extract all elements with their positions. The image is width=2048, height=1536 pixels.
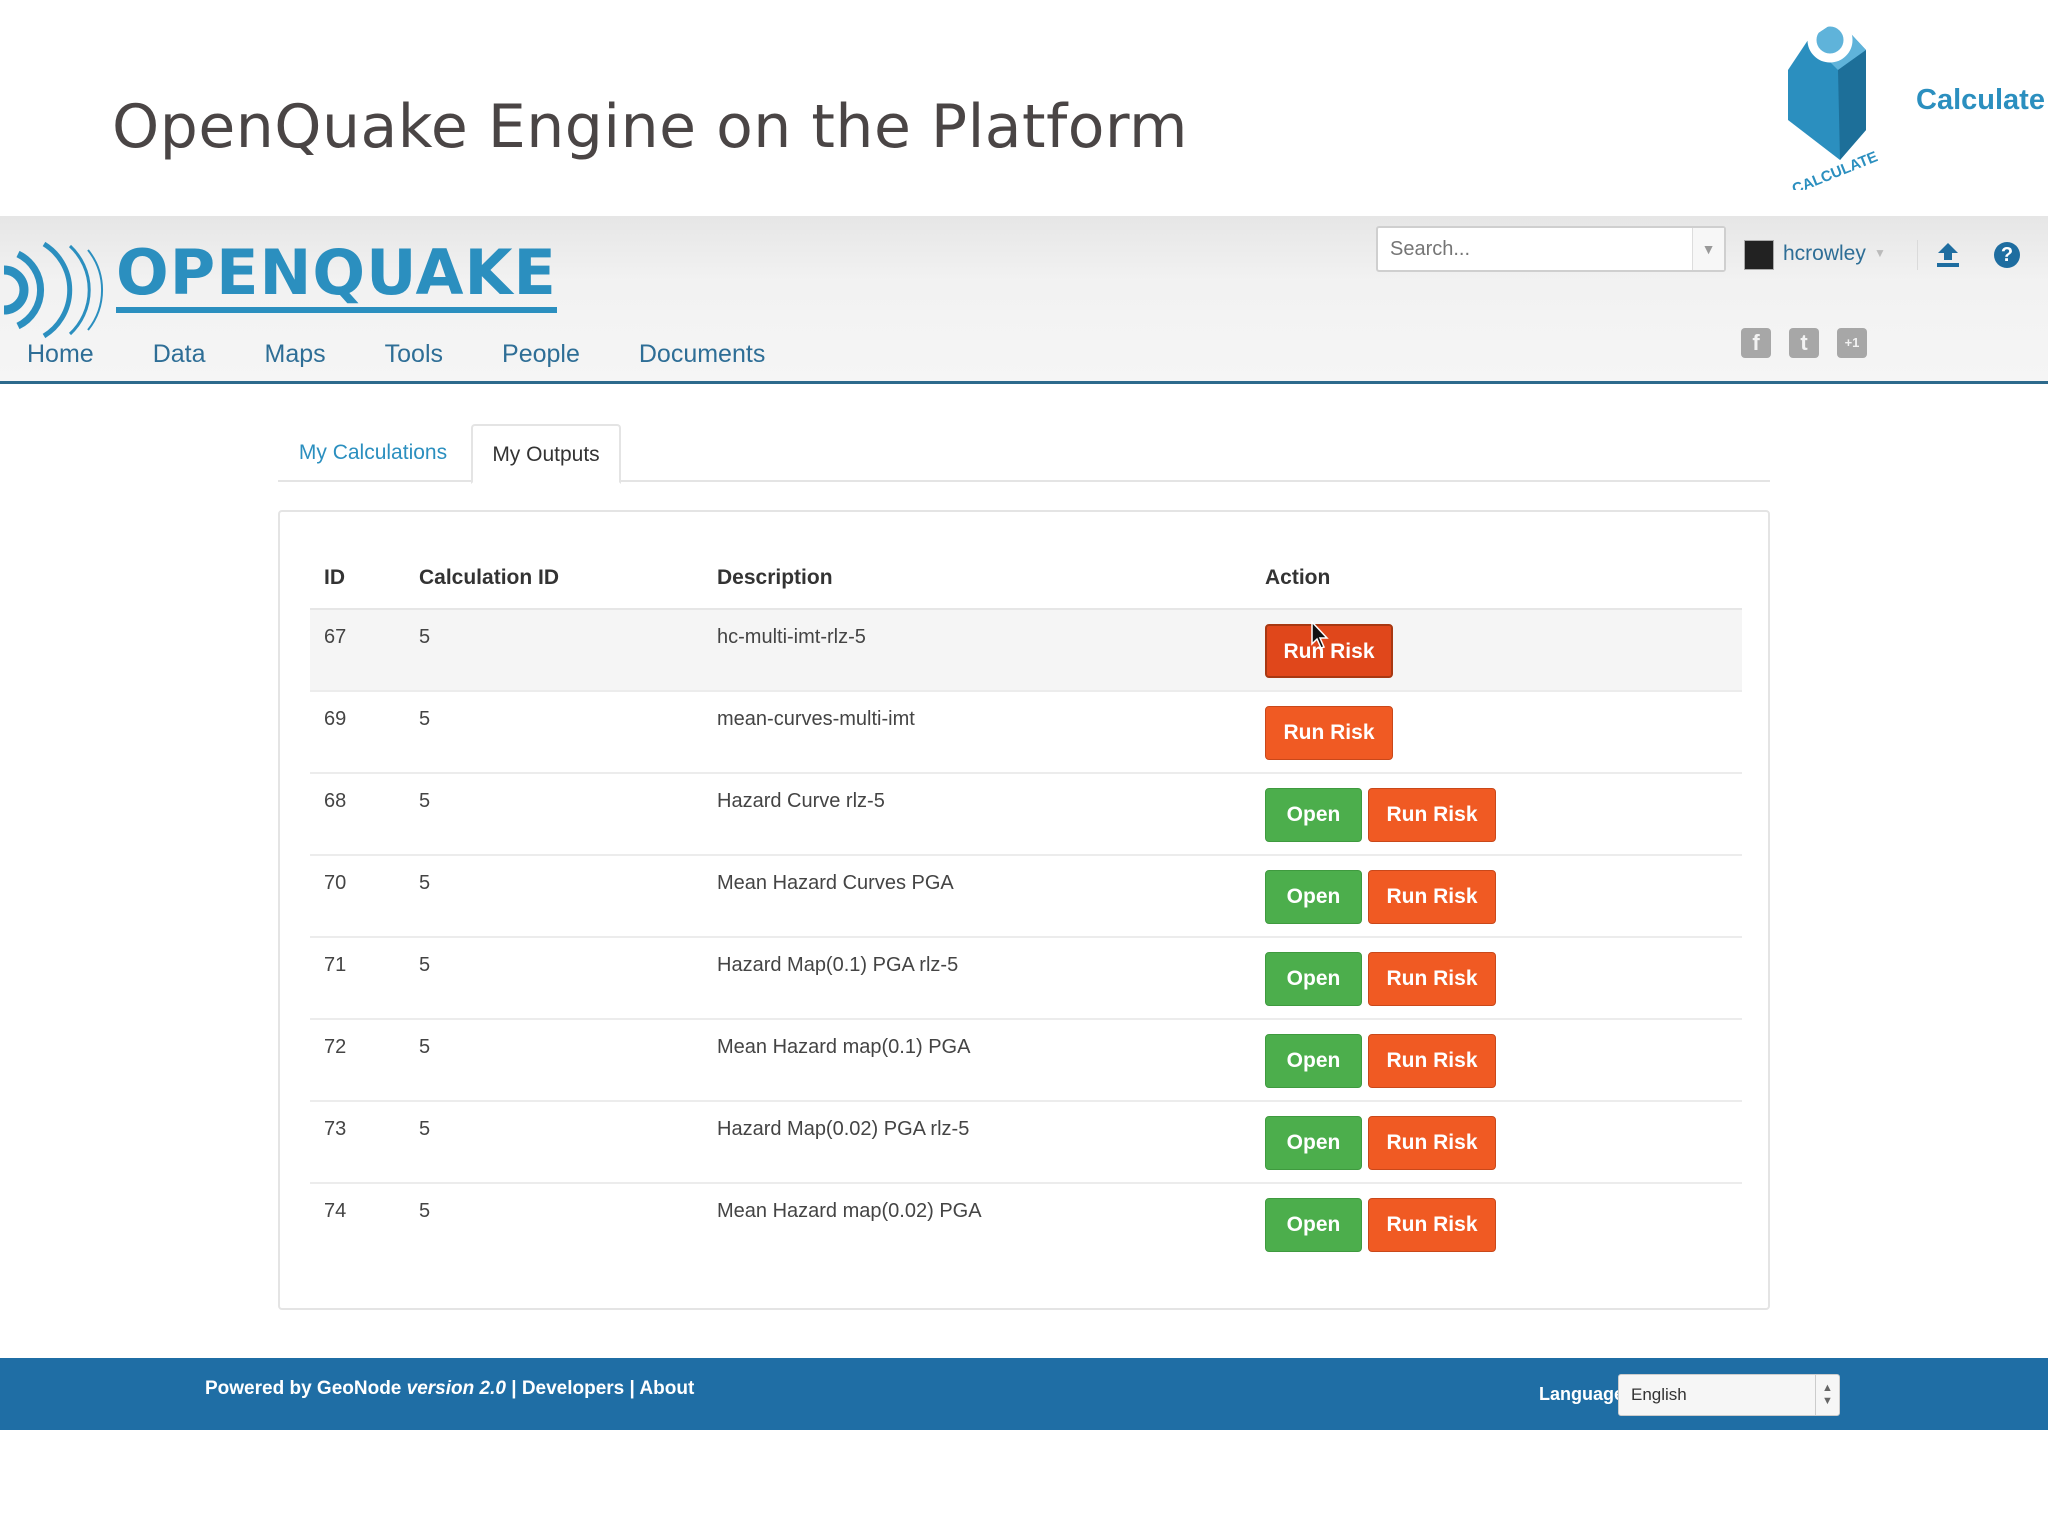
cell-calculation-id: 5 [419, 626, 431, 648]
open-button[interactable]: Open [1265, 870, 1362, 924]
search-box: ▼ [1376, 226, 1726, 272]
nav-home[interactable]: Home [27, 340, 94, 369]
row-actions: Run Risk [1265, 706, 1393, 760]
facebook-icon[interactable]: f [1741, 328, 1771, 358]
table-row: 71 5 Hazard Map(0.1) PGA rlz-5 Open Run … [310, 938, 1742, 1020]
user-name[interactable]: hcrowley [1783, 242, 1866, 266]
page-footer: Powered by GeoNode version 2.0 | Develop… [0, 1358, 2048, 1430]
help-icon[interactable]: ? [1994, 242, 2020, 268]
nav-maps[interactable]: Maps [265, 340, 326, 369]
cell-id: 67 [324, 626, 347, 648]
cell-id: 73 [324, 1118, 347, 1140]
cell-description: Mean Hazard map(0.02) PGA [717, 1200, 982, 1222]
footer-links[interactable]: | Developers | About [511, 1378, 694, 1399]
open-button[interactable]: Open [1265, 788, 1362, 842]
open-button[interactable]: Open [1265, 1198, 1362, 1252]
cell-calculation-id: 5 [419, 708, 431, 730]
cell-id: 69 [324, 708, 347, 730]
cell-calculation-id: 5 [419, 790, 431, 812]
cell-id: 74 [324, 1200, 347, 1222]
main-nav: Home Data Maps Tools People Documents [0, 340, 797, 369]
cell-description: Hazard Curve rlz-5 [717, 790, 885, 812]
header-id: ID [324, 566, 345, 589]
run-risk-button[interactable]: Run Risk [1368, 870, 1496, 924]
language-label: Language [1539, 1384, 1625, 1404]
run-risk-button[interactable]: Run Risk [1368, 788, 1496, 842]
open-button[interactable]: Open [1265, 1034, 1362, 1088]
table-header: ID Calculation ID Description Action [310, 542, 1742, 610]
nav-people[interactable]: People [502, 340, 580, 369]
table-row: 74 5 Mean Hazard map(0.02) PGA Open Run … [310, 1184, 1742, 1266]
table-row: 68 5 Hazard Curve rlz-5 Open Run Risk [310, 774, 1742, 856]
cell-description: Hazard Map(0.1) PGA rlz-5 [717, 954, 959, 976]
select-arrows-icon: ▲ ▼ [1815, 1375, 1839, 1415]
cell-calculation-id: 5 [419, 1200, 431, 1222]
footer-credits: Powered by GeoNode version 2.0 | Develop… [205, 1378, 694, 1400]
run-risk-button[interactable]: Run Risk [1368, 952, 1496, 1006]
calculate-label: Calculate [1916, 84, 2045, 116]
header-divider [1917, 240, 1918, 270]
run-risk-button[interactable]: Run Risk [1368, 1034, 1496, 1088]
outputs-panel: ID Calculation ID Description Action 67 … [278, 510, 1770, 1310]
cell-id: 70 [324, 872, 347, 894]
calculate-logo-icon: CALCULATE [1788, 17, 1880, 190]
run-risk-button[interactable]: Run Risk [1265, 706, 1393, 760]
table-row: 72 5 Mean Hazard map(0.1) PGA Open Run R… [310, 1020, 1742, 1102]
cell-description: Mean Hazard map(0.1) PGA [717, 1036, 971, 1058]
open-button[interactable]: Open [1265, 1116, 1362, 1170]
row-actions: Open Run Risk [1265, 788, 1496, 842]
google-plus-icon[interactable]: +1 [1837, 328, 1867, 358]
nav-tools[interactable]: Tools [385, 340, 443, 369]
table-row: 73 5 Hazard Map(0.02) PGA rlz-5 Open Run… [310, 1102, 1742, 1184]
run-risk-button[interactable]: Run Risk [1368, 1198, 1496, 1252]
mouse-cursor-icon [1311, 620, 1329, 649]
cell-calculation-id: 5 [419, 1118, 431, 1140]
powered-by-text[interactable]: Powered by GeoNode [205, 1378, 401, 1399]
row-actions: Open Run Risk [1265, 952, 1496, 1006]
upload-icon[interactable] [1934, 240, 1962, 268]
run-risk-button[interactable]: Run Risk [1368, 1116, 1496, 1170]
nav-data[interactable]: Data [153, 340, 206, 369]
nav-documents[interactable]: Documents [639, 340, 765, 369]
cell-id: 68 [324, 790, 347, 812]
row-actions: Open Run Risk [1265, 1034, 1496, 1088]
cell-calculation-id: 5 [419, 872, 431, 894]
header-calculation-id: Calculation ID [419, 566, 560, 589]
open-button[interactable]: Open [1265, 952, 1362, 1006]
language-select[interactable]: English ▲ ▼ [1618, 1374, 1840, 1416]
twitter-icon[interactable]: t [1789, 328, 1819, 358]
cell-id: 71 [324, 954, 347, 976]
openquake-logo[interactable]: OPENQUAKE [116, 240, 557, 314]
cell-calculation-id: 5 [419, 1036, 431, 1058]
app-header: OPENQUAKE Home Data Maps Tools People Do… [0, 216, 2048, 384]
row-actions: Open Run Risk [1265, 1116, 1496, 1170]
user-menu-caret-icon[interactable]: ▼ [1874, 246, 1886, 260]
user-avatar[interactable] [1744, 240, 1774, 270]
search-input[interactable] [1378, 228, 1690, 270]
cell-description: Mean Hazard Curves PGA [717, 872, 954, 894]
tab-my-calculations[interactable]: My Calculations [278, 424, 468, 482]
slide-title: OpenQuake Engine on the Platform [112, 92, 1188, 162]
version-text: version 2.0 [406, 1378, 506, 1399]
row-actions: Open Run Risk [1265, 870, 1496, 924]
table-row: 67 5 hc-multi-imt-rlz-5 Run Risk [310, 610, 1742, 692]
cell-calculation-id: 5 [419, 954, 431, 976]
search-dropdown-icon[interactable]: ▼ [1692, 228, 1724, 270]
header-description: Description [717, 566, 833, 589]
language-value: English [1631, 1385, 1687, 1404]
outputs-table: ID Calculation ID Description Action 67 … [310, 542, 1742, 1266]
cell-id: 72 [324, 1036, 347, 1058]
table-row: 69 5 mean-curves-multi-imt Run Risk [310, 692, 1742, 774]
cell-description: mean-curves-multi-imt [717, 708, 915, 730]
cell-description: hc-multi-imt-rlz-5 [717, 626, 866, 648]
cell-description: Hazard Map(0.02) PGA rlz-5 [717, 1118, 970, 1140]
table-row: 70 5 Mean Hazard Curves PGA Open Run Ris… [310, 856, 1742, 938]
output-tabs: My Calculations My Outputs [278, 424, 1770, 484]
header-action: Action [1265, 566, 1331, 589]
openquake-waves-icon [3, 241, 103, 339]
row-actions: Open Run Risk [1265, 1198, 1496, 1252]
tab-my-outputs[interactable]: My Outputs [471, 424, 621, 484]
